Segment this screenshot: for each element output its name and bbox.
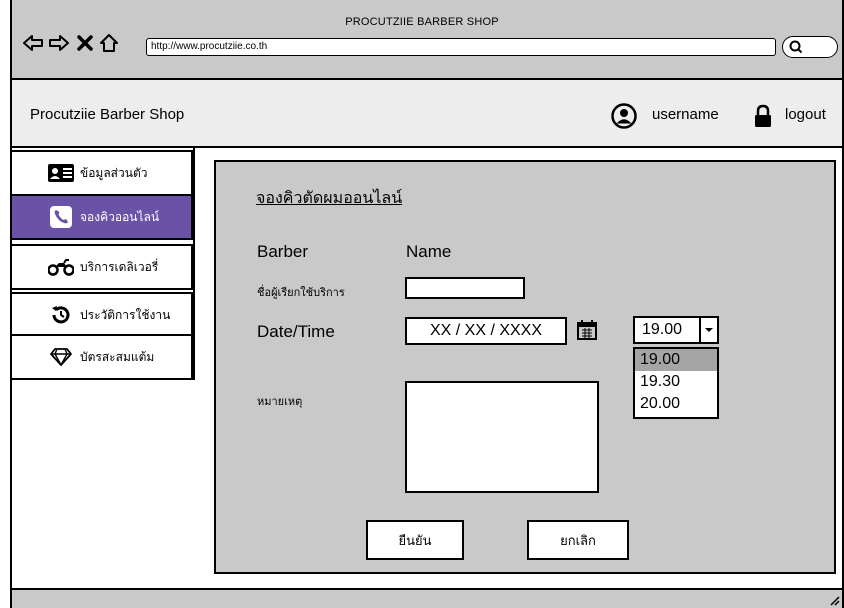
- sidebar-item-label: จองคิวออนไลน์: [80, 209, 160, 224]
- sidebar-item-label: ประวัติการใช้งาน: [80, 307, 171, 322]
- time-select[interactable]: 19.00: [633, 316, 719, 344]
- note-label: หมายเหตุ: [257, 396, 303, 408]
- time-options-list: 19.00 19.30 20.00: [633, 347, 719, 419]
- id-card-icon: [48, 163, 74, 183]
- brand-title: Procutziie Barber Shop: [30, 106, 185, 123]
- sidebar-item-points-card[interactable]: บัตรสะสมแต้ม: [10, 334, 193, 380]
- window-left-border: [10, 148, 12, 588]
- datetime-label: Date/Time: [257, 322, 335, 341]
- chevron-down-icon[interactable]: [699, 318, 717, 342]
- calendar-icon[interactable]: [576, 319, 598, 341]
- sidebar-item-history[interactable]: ประวัติการใช้งาน: [10, 292, 193, 338]
- motorcycle-icon: [48, 257, 74, 277]
- back-arrow-icon[interactable]: [22, 32, 44, 54]
- browser-search-button[interactable]: [782, 36, 838, 58]
- sidebar-item-label: บริการเดลิเวอรี่: [80, 259, 159, 274]
- sidebar-item-delivery[interactable]: บริการเดลิเวอรี่: [10, 244, 193, 290]
- history-icon: [48, 305, 74, 325]
- username-link[interactable]: username: [652, 106, 719, 123]
- barber-label: Barber: [257, 242, 309, 261]
- time-option[interactable]: 20.00: [635, 393, 717, 415]
- sidebar-item-label: บัตรสะสมแต้ม: [80, 349, 155, 364]
- forward-arrow-icon[interactable]: [48, 32, 70, 54]
- search-icon: [789, 40, 803, 54]
- diamond-icon: [48, 347, 74, 367]
- time-select-value: 19.00: [642, 321, 683, 338]
- sidebar-divider: [193, 148, 195, 380]
- resize-handle-icon[interactable]: [828, 594, 840, 606]
- page-title: จองคิวตัดผมออนไลน์: [256, 190, 403, 207]
- sidebar-item-online-booking[interactable]: จองคิวออนไลน์: [10, 194, 193, 240]
- barber-name-value: Name: [406, 242, 452, 261]
- cancel-button[interactable]: ยกเลิก: [527, 520, 629, 560]
- phone-icon: [48, 206, 74, 228]
- user-icon[interactable]: [611, 103, 637, 129]
- date-input[interactable]: XX / XX / XXXX: [405, 317, 567, 345]
- url-bar[interactable]: http://www.procutziie.co.th: [146, 38, 776, 56]
- sidebar-item-label: ข้อมูลส่วนตัว: [80, 165, 148, 180]
- home-icon[interactable]: [98, 32, 120, 54]
- booking-panel: [214, 160, 836, 574]
- note-textarea[interactable]: [405, 381, 599, 493]
- logout-link[interactable]: logout: [785, 106, 826, 123]
- confirm-button[interactable]: ยืนยัน: [366, 520, 464, 560]
- lock-icon[interactable]: [751, 104, 775, 128]
- customer-name-input[interactable]: [405, 277, 525, 299]
- time-option[interactable]: 19.30: [635, 371, 717, 393]
- window-title: PROCUTZIIE BARBER SHOP: [345, 16, 499, 28]
- status-bar: [10, 588, 844, 608]
- sidebar-item-profile[interactable]: ข้อมูลส่วนตัว: [10, 150, 193, 196]
- close-x-icon[interactable]: [74, 32, 96, 54]
- time-option[interactable]: 19.00: [635, 349, 717, 371]
- customer-name-label: ชื่อผู้เรียกใช้บริการ: [257, 287, 345, 299]
